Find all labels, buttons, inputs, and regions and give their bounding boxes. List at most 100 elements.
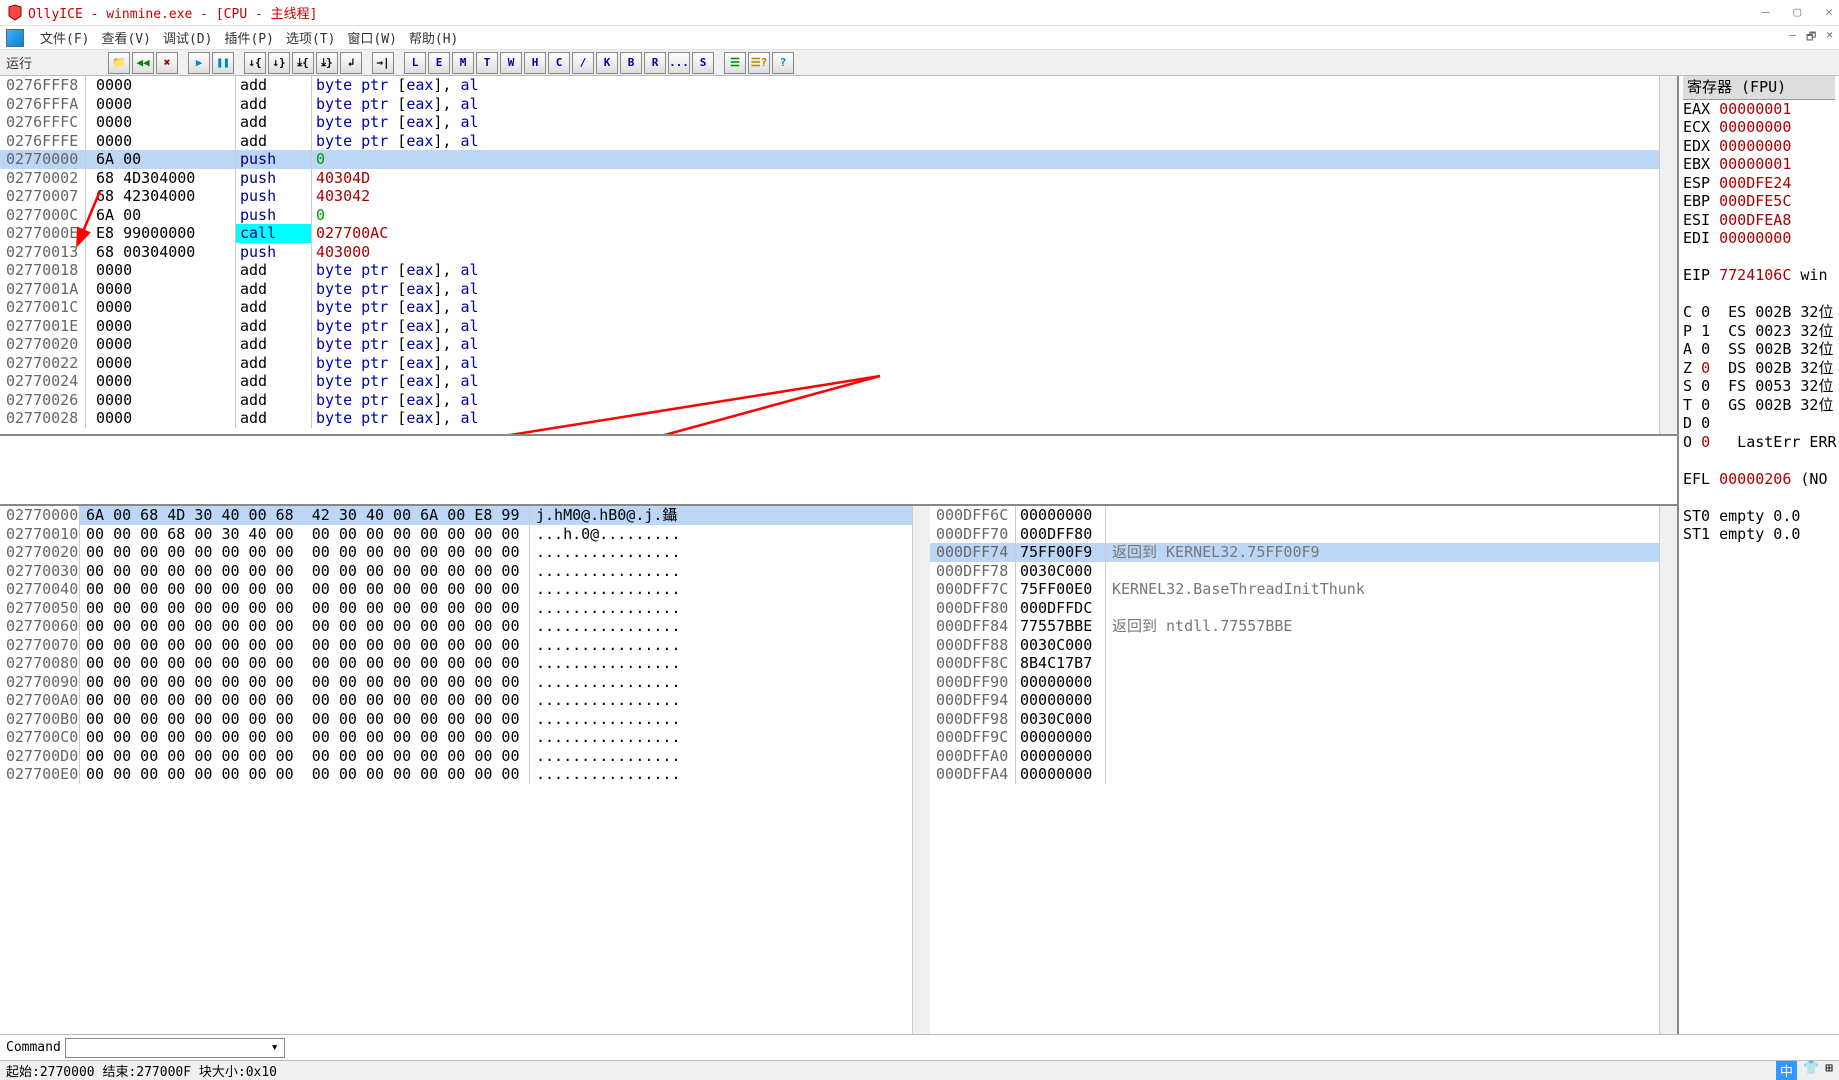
mdi-icon[interactable]: [6, 29, 24, 47]
stack-row[interactable]: 000DFF8477557BBE返回到 ntdll.77557BBE: [930, 617, 1659, 636]
tool-window-m[interactable]: M: [452, 52, 474, 74]
menu-plugins[interactable]: 插件(P): [224, 28, 273, 47]
stack-row[interactable]: 000DFF7C75FF00E0KERNEL32.BaseThreadInitT…: [930, 580, 1659, 599]
command-input[interactable]: [65, 1038, 285, 1058]
disasm-row[interactable]: 0277001368 00304000push403000: [0, 243, 1659, 262]
tool-run[interactable]: ▶: [188, 52, 210, 74]
mdi-minimize[interactable]: —: [1789, 28, 1796, 47]
tool-close[interactable]: ✖: [156, 52, 178, 74]
tool-goto[interactable]: →|: [372, 52, 394, 74]
disasm-row[interactable]: 0277000768 42304000push403042: [0, 187, 1659, 206]
dump-row[interactable]: 0277002000 00 00 00 00 00 00 00 00 00 00…: [0, 543, 928, 562]
tool-help[interactable]: ?: [772, 52, 794, 74]
disasm-row[interactable]: 0276FFF80000addbyte ptr [eax], al: [0, 76, 1659, 95]
register-st1[interactable]: ST1 empty 0.0: [1683, 525, 1835, 544]
disassembly-pane[interactable]: 0276FFF80000addbyte ptr [eax], al0276FFF…: [0, 76, 1677, 436]
tool-settings2[interactable]: ☰?: [748, 52, 770, 74]
stack-row[interactable]: 000DFF70000DFF80: [930, 525, 1659, 544]
minimize-button[interactable]: —: [1762, 5, 1770, 20]
disasm-row[interactable]: 0277001C0000addbyte ptr [eax], al: [0, 298, 1659, 317]
menu-file[interactable]: 文件(F): [40, 28, 89, 47]
flag-t[interactable]: T 0 GS 002B 32位: [1683, 396, 1835, 415]
stack-row[interactable]: 000DFF9000000000: [930, 673, 1659, 692]
dump-row[interactable]: 0277008000 00 00 00 00 00 00 00 00 00 00…: [0, 654, 928, 673]
tool-trace-into[interactable]: ⤓{: [292, 52, 314, 74]
dump-row[interactable]: 0277005000 00 00 00 00 00 00 00 00 00 00…: [0, 599, 928, 618]
disasm-row[interactable]: 0277000EE8 99000000call027700AC: [0, 224, 1659, 243]
menu-view[interactable]: 查看(V): [101, 28, 150, 47]
disasm-row[interactable]: 0276FFFA0000addbyte ptr [eax], al: [0, 95, 1659, 114]
dump-row[interactable]: 0277001000 00 00 68 00 30 40 00 00 00 00…: [0, 525, 928, 544]
register-eax[interactable]: EAX 00000001: [1683, 100, 1835, 119]
dump-row[interactable]: 027700B000 00 00 00 00 00 00 00 00 00 00…: [0, 710, 928, 729]
menu-window[interactable]: 窗口(W): [347, 28, 396, 47]
register-eip[interactable]: EIP 7724106C win: [1683, 266, 1835, 285]
dump-row[interactable]: 0277009000 00 00 00 00 00 00 00 00 00 00…: [0, 673, 928, 692]
tool-window-t[interactable]: T: [476, 52, 498, 74]
tool-window-...[interactable]: ...: [668, 52, 690, 74]
flag-o[interactable]: O 0 LastErr ERR: [1683, 433, 1835, 452]
maximize-button[interactable]: ▢: [1793, 5, 1801, 20]
register-ebx[interactable]: EBX 00000001: [1683, 155, 1835, 174]
tool-stepinto[interactable]: ↓{: [244, 52, 266, 74]
tool-window-s[interactable]: S: [692, 52, 714, 74]
dump-row[interactable]: 027700C000 00 00 00 00 00 00 00 00 00 00…: [0, 728, 928, 747]
stack-row[interactable]: 000DFF9C00000000: [930, 728, 1659, 747]
tool-till-ret[interactable]: ↲: [340, 52, 362, 74]
stack-row[interactable]: 000DFF7475FF00F9返回到 KERNEL32.75FF00F9: [930, 543, 1659, 562]
flag-z[interactable]: Z 0 DS 002B 32位: [1683, 359, 1835, 378]
tool-restart[interactable]: ◀◀: [132, 52, 154, 74]
ime-indicator[interactable]: 中: [1776, 1061, 1797, 1080]
disasm-row[interactable]: 0277001A0000addbyte ptr [eax], al: [0, 280, 1659, 299]
tool-window-b[interactable]: B: [620, 52, 642, 74]
hex-dump-pane[interactable]: 027700006A 00 68 4D 30 40 00 68 42 30 40…: [0, 506, 930, 1034]
info-pane[interactable]: [0, 436, 1677, 506]
disasm-row[interactable]: 027700260000addbyte ptr [eax], al: [0, 391, 1659, 410]
command-dropdown-icon[interactable]: ▾: [271, 1040, 279, 1055]
dump-row[interactable]: 0277007000 00 00 00 00 00 00 00 00 00 00…: [0, 636, 928, 655]
tool-stepover[interactable]: ↓}: [268, 52, 290, 74]
flag-p[interactable]: P 1 CS 0023 32位: [1683, 322, 1835, 341]
disasm-row[interactable]: 0276FFFC0000addbyte ptr [eax], al: [0, 113, 1659, 132]
tool-window-h[interactable]: H: [524, 52, 546, 74]
mdi-restore[interactable]: 🗗: [1806, 28, 1816, 47]
register-edi[interactable]: EDI 00000000: [1683, 229, 1835, 248]
menu-debug[interactable]: 调试(D): [163, 28, 212, 47]
title-bar[interactable]: OllyICE - winmine.exe - [CPU - 主线程] — ▢ …: [0, 0, 1839, 26]
disasm-row[interactable]: 027700006A 00push0: [0, 150, 1659, 169]
dump-row[interactable]: 0277006000 00 00 00 00 00 00 00 00 00 00…: [0, 617, 928, 636]
tool-window-/[interactable]: /: [572, 52, 594, 74]
close-button[interactable]: ✕: [1825, 5, 1833, 20]
tool-pause[interactable]: ❚❚: [212, 52, 234, 74]
tool-window-r[interactable]: R: [644, 52, 666, 74]
flag-d[interactable]: D 0: [1683, 414, 1835, 433]
stack-row[interactable]: 000DFF880030C000: [930, 636, 1659, 655]
dump-row[interactable]: 0277004000 00 00 00 00 00 00 00 00 00 00…: [0, 580, 928, 599]
tool-settings1[interactable]: ☰: [724, 52, 746, 74]
stack-row[interactable]: 000DFF9400000000: [930, 691, 1659, 710]
disasm-row[interactable]: 027700220000addbyte ptr [eax], al: [0, 354, 1659, 373]
stack-row[interactable]: 000DFFA400000000: [930, 765, 1659, 784]
register-edx[interactable]: EDX 00000000: [1683, 137, 1835, 156]
disasm-row[interactable]: 0277000C6A 00push0: [0, 206, 1659, 225]
stack-row[interactable]: 000DFF6C00000000: [930, 506, 1659, 525]
disasm-row[interactable]: 0276FFFE0000addbyte ptr [eax], al: [0, 132, 1659, 151]
stack-scrollbar[interactable]: [1659, 506, 1677, 1034]
dump-row[interactable]: 027700D000 00 00 00 00 00 00 00 00 00 00…: [0, 747, 928, 766]
dump-row[interactable]: 0277003000 00 00 00 00 00 00 00 00 00 00…: [0, 562, 928, 581]
tool-window-e[interactable]: E: [428, 52, 450, 74]
stack-row[interactable]: 000DFFA000000000: [930, 747, 1659, 766]
dump-scrollbar[interactable]: [912, 506, 930, 1034]
register-esp[interactable]: ESP 000DFE24: [1683, 174, 1835, 193]
disasm-row[interactable]: 027700280000addbyte ptr [eax], al: [0, 409, 1659, 428]
menu-help[interactable]: 帮助(H): [409, 28, 458, 47]
register-esi[interactable]: ESI 000DFEA8: [1683, 211, 1835, 230]
tray-icon[interactable]: 👕: [1803, 1061, 1819, 1080]
dump-row[interactable]: 027700E000 00 00 00 00 00 00 00 00 00 00…: [0, 765, 928, 784]
disasm-row[interactable]: 0277000268 4D304000push40304D: [0, 169, 1659, 188]
flag-a[interactable]: A 0 SS 002B 32位: [1683, 340, 1835, 359]
register-ecx[interactable]: ECX 00000000: [1683, 118, 1835, 137]
tool-window-l[interactable]: L: [404, 52, 426, 74]
stack-row[interactable]: 000DFF8C8B4C17B7: [930, 654, 1659, 673]
tool-window-w[interactable]: W: [500, 52, 522, 74]
